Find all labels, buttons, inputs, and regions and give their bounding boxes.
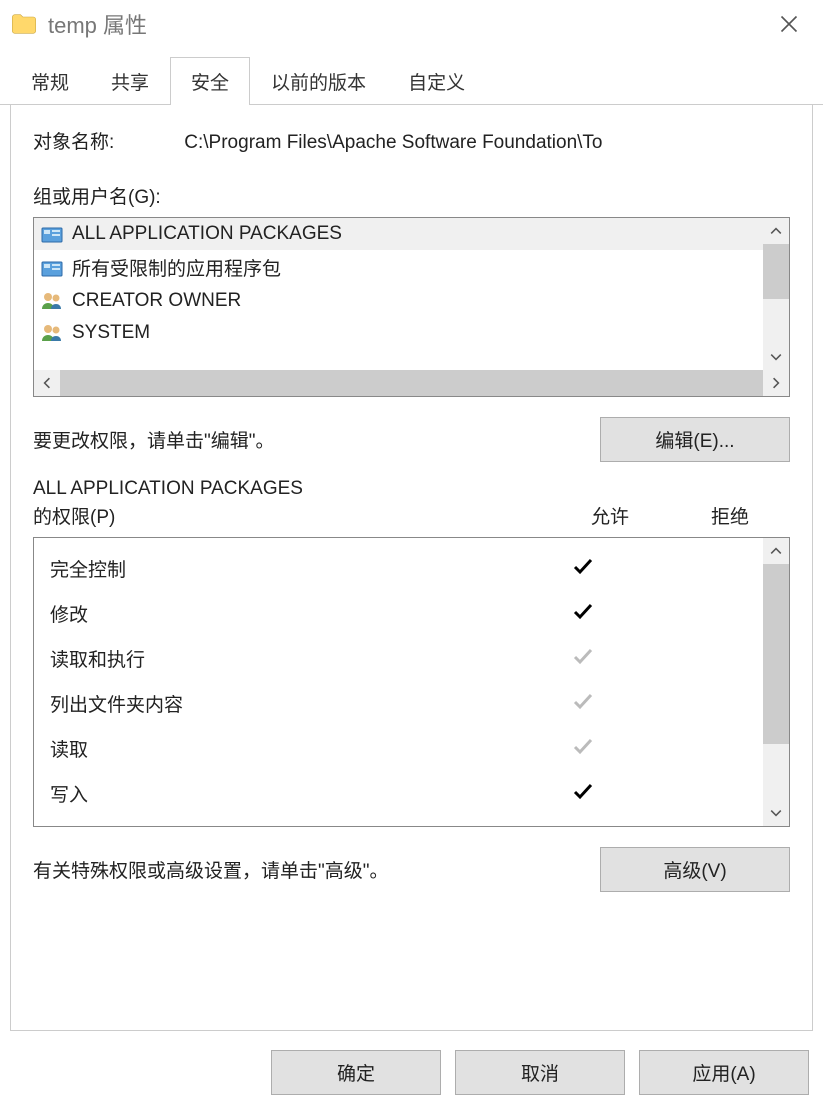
- package-icon: [40, 256, 64, 280]
- scroll-down-icon[interactable]: [763, 344, 789, 370]
- scroll-thumb[interactable]: [763, 244, 789, 299]
- scroll-thumb[interactable]: [763, 564, 789, 744]
- col-deny: 拒绝: [670, 502, 790, 529]
- perm-row: 读取和执行: [50, 636, 763, 681]
- scroll-thumb[interactable]: [60, 370, 763, 396]
- check-icon: [523, 644, 643, 674]
- edit-button[interactable]: 编辑(E)...: [600, 417, 790, 462]
- ok-button[interactable]: 确定: [271, 1050, 441, 1095]
- permissions-vscrollbar[interactable]: [763, 538, 789, 826]
- cancel-button[interactable]: 取消: [455, 1050, 625, 1095]
- object-name-value: C:\Program Files\Apache Software Foundat…: [184, 132, 790, 154]
- tab-sharing[interactable]: 共享: [90, 57, 170, 105]
- scroll-left-icon[interactable]: [34, 370, 60, 396]
- check-icon: [523, 599, 643, 629]
- apply-button[interactable]: 应用(A): [639, 1050, 809, 1095]
- users-icon: [40, 289, 64, 313]
- object-name-label: 对象名称:: [33, 127, 114, 154]
- groups-label: 组或用户名(G):: [33, 182, 790, 209]
- group-item[interactable]: 所有受限制的应用程序包: [34, 250, 789, 285]
- group-item[interactable]: ALL APPLICATION PACKAGES: [34, 218, 789, 250]
- permissions-for-label: ALL APPLICATION PACKAGES: [33, 478, 790, 500]
- group-item-label: CREATOR OWNER: [72, 290, 241, 312]
- perm-name: 修改: [50, 600, 523, 627]
- groups-vscrollbar[interactable]: [763, 218, 789, 370]
- check-icon: [523, 779, 643, 809]
- window-title: temp 属性: [48, 8, 147, 40]
- dialog-buttons: 确定 取消 应用(A): [271, 1050, 809, 1095]
- group-item-label: SYSTEM: [72, 322, 150, 344]
- check-icon: [523, 689, 643, 719]
- perm-row: 修改: [50, 591, 763, 636]
- perm-name: 写入: [50, 780, 523, 807]
- users-icon: [40, 321, 64, 345]
- tab-bar: 常规 共享 安全 以前的版本 自定义: [0, 56, 823, 105]
- edit-hint: 要更改权限，请单击"编辑"。: [33, 426, 600, 453]
- tab-content: 对象名称: C:\Program Files\Apache Software F…: [10, 105, 813, 1031]
- title-bar: temp 属性: [0, 0, 823, 48]
- permissions-listbox[interactable]: 完全控制 修改 读取和执行 列出文件夹内容 读取: [33, 537, 790, 827]
- groups-hscrollbar[interactable]: [34, 370, 789, 396]
- perm-row: 完全控制: [50, 546, 763, 591]
- group-item-label: 所有受限制的应用程序包: [72, 254, 281, 281]
- perm-name: 完全控制: [50, 555, 523, 582]
- perm-row: 写入: [50, 771, 763, 816]
- check-icon: [523, 554, 643, 584]
- scroll-down-icon[interactable]: [763, 800, 789, 826]
- scroll-up-icon[interactable]: [763, 218, 789, 244]
- perm-row: 读取: [50, 726, 763, 771]
- tab-previous-versions[interactable]: 以前的版本: [250, 57, 387, 105]
- tab-customize[interactable]: 自定义: [387, 57, 486, 105]
- advanced-button[interactable]: 高级(V): [600, 847, 790, 892]
- check-icon: [523, 734, 643, 764]
- group-item[interactable]: CREATOR OWNER: [34, 285, 789, 317]
- tab-security[interactable]: 安全: [170, 57, 250, 105]
- perm-name: 读取和执行: [50, 645, 523, 672]
- scroll-right-icon[interactable]: [763, 370, 789, 396]
- tab-general[interactable]: 常规: [10, 57, 90, 105]
- advanced-hint: 有关特殊权限或高级设置，请单击"高级"。: [33, 856, 600, 883]
- perm-name: 列出文件夹内容: [50, 690, 523, 717]
- permissions-suffix: 的权限(P): [33, 502, 550, 529]
- group-item-label: ALL APPLICATION PACKAGES: [72, 223, 342, 245]
- scroll-up-icon[interactable]: [763, 538, 789, 564]
- folder-icon: [10, 10, 38, 38]
- perm-name: 读取: [50, 735, 523, 762]
- close-button[interactable]: [765, 0, 813, 48]
- package-icon: [40, 222, 64, 246]
- groups-listbox[interactable]: ALL APPLICATION PACKAGES 所有受限制的应用程序包 CRE…: [33, 217, 790, 397]
- col-allow: 允许: [550, 502, 670, 529]
- group-item[interactable]: SYSTEM: [34, 317, 789, 349]
- perm-row: 列出文件夹内容: [50, 681, 763, 726]
